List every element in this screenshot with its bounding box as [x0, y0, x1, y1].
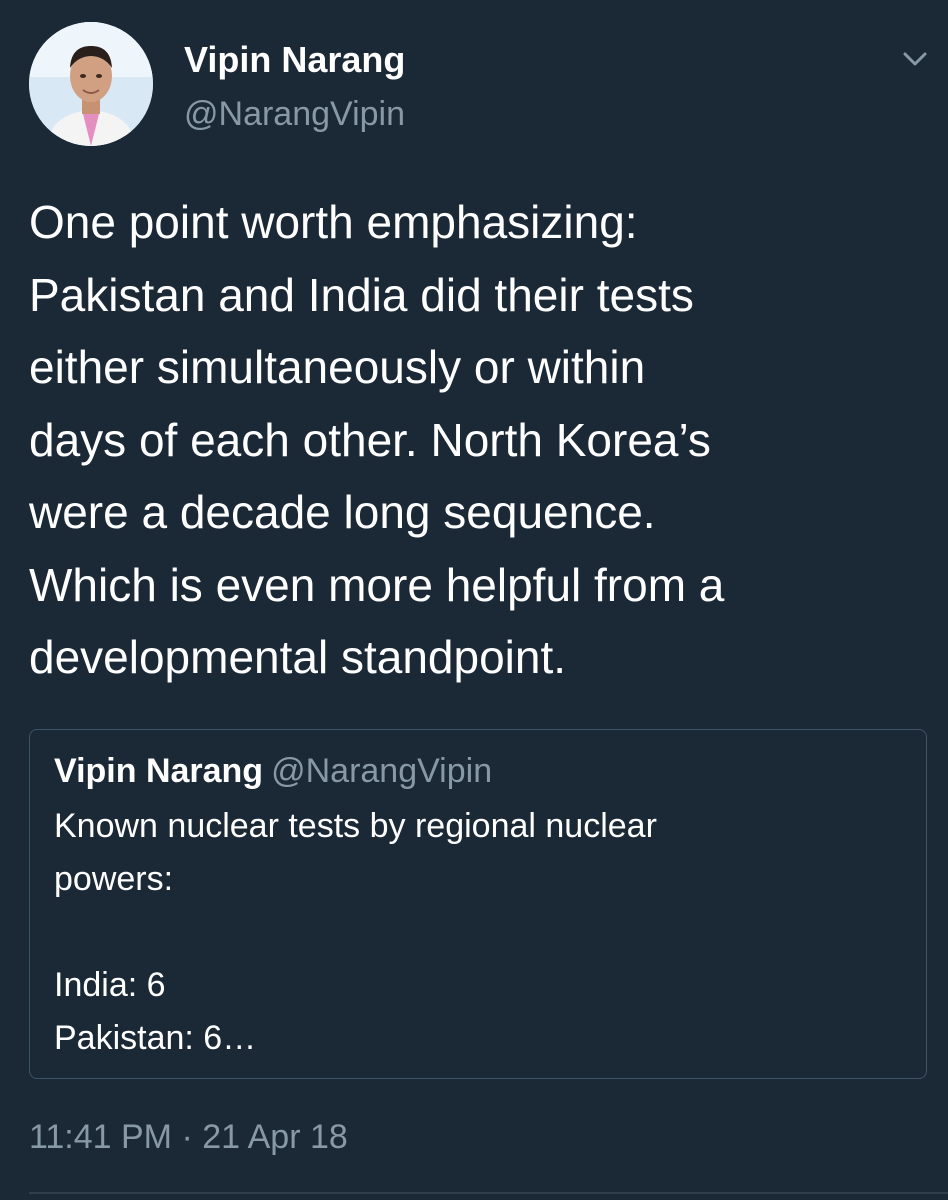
quoted-tweet-card[interactable]: Vipin Narang @NarangVipin Known nuclear t… [29, 729, 927, 1079]
author-name[interactable]: Vipin Narang [184, 38, 405, 82]
quoted-author-name: Vipin Narang [54, 752, 264, 790]
avatar[interactable] [29, 22, 153, 146]
tweet-text-line: days of each other. North Korea’s [29, 413, 711, 466]
tweet-text-line: Which is even more helpful from a [29, 558, 725, 611]
quoted-author-handle: @NarangVipin [271, 752, 493, 790]
quoted-tweet-header: Vipin Narang @NarangVipin [54, 748, 492, 794]
quoted-text-line: Known nuclear tests by regional nuclear [54, 807, 657, 845]
tweet-detail: Vipin Narang @NarangVipin One point wort… [0, 0, 948, 1200]
quoted-tweet-text: Known nuclear tests by regional nuclear … [54, 800, 904, 1065]
quoted-text-line: Pakistan: 6… [54, 1019, 257, 1057]
chevron-down-icon[interactable] [898, 46, 932, 72]
divider [29, 1192, 948, 1194]
tweet-text-line: One point worth emphasizing: [29, 196, 638, 248]
tweet-text-line: Pakistan and India did their tests [29, 268, 694, 321]
tweet-timestamp[interactable]: 11:41 PM · 21 Apr 18 [29, 1115, 348, 1159]
quoted-text-line: powers: [54, 860, 174, 898]
tweet-text-line: were a decade long sequence. [29, 486, 656, 538]
tweet-text: One point worth emphasizing: Pakistan an… [29, 186, 929, 694]
tweet-text-line: developmental standpoint. [29, 631, 567, 683]
tweet-text-line: either simultaneously or within [29, 341, 646, 393]
quoted-text-line [54, 906, 904, 959]
avatar-portrait [29, 22, 153, 146]
quoted-text-line: India: 6 [54, 966, 166, 1004]
author-handle[interactable]: @NarangVipin [184, 93, 405, 135]
